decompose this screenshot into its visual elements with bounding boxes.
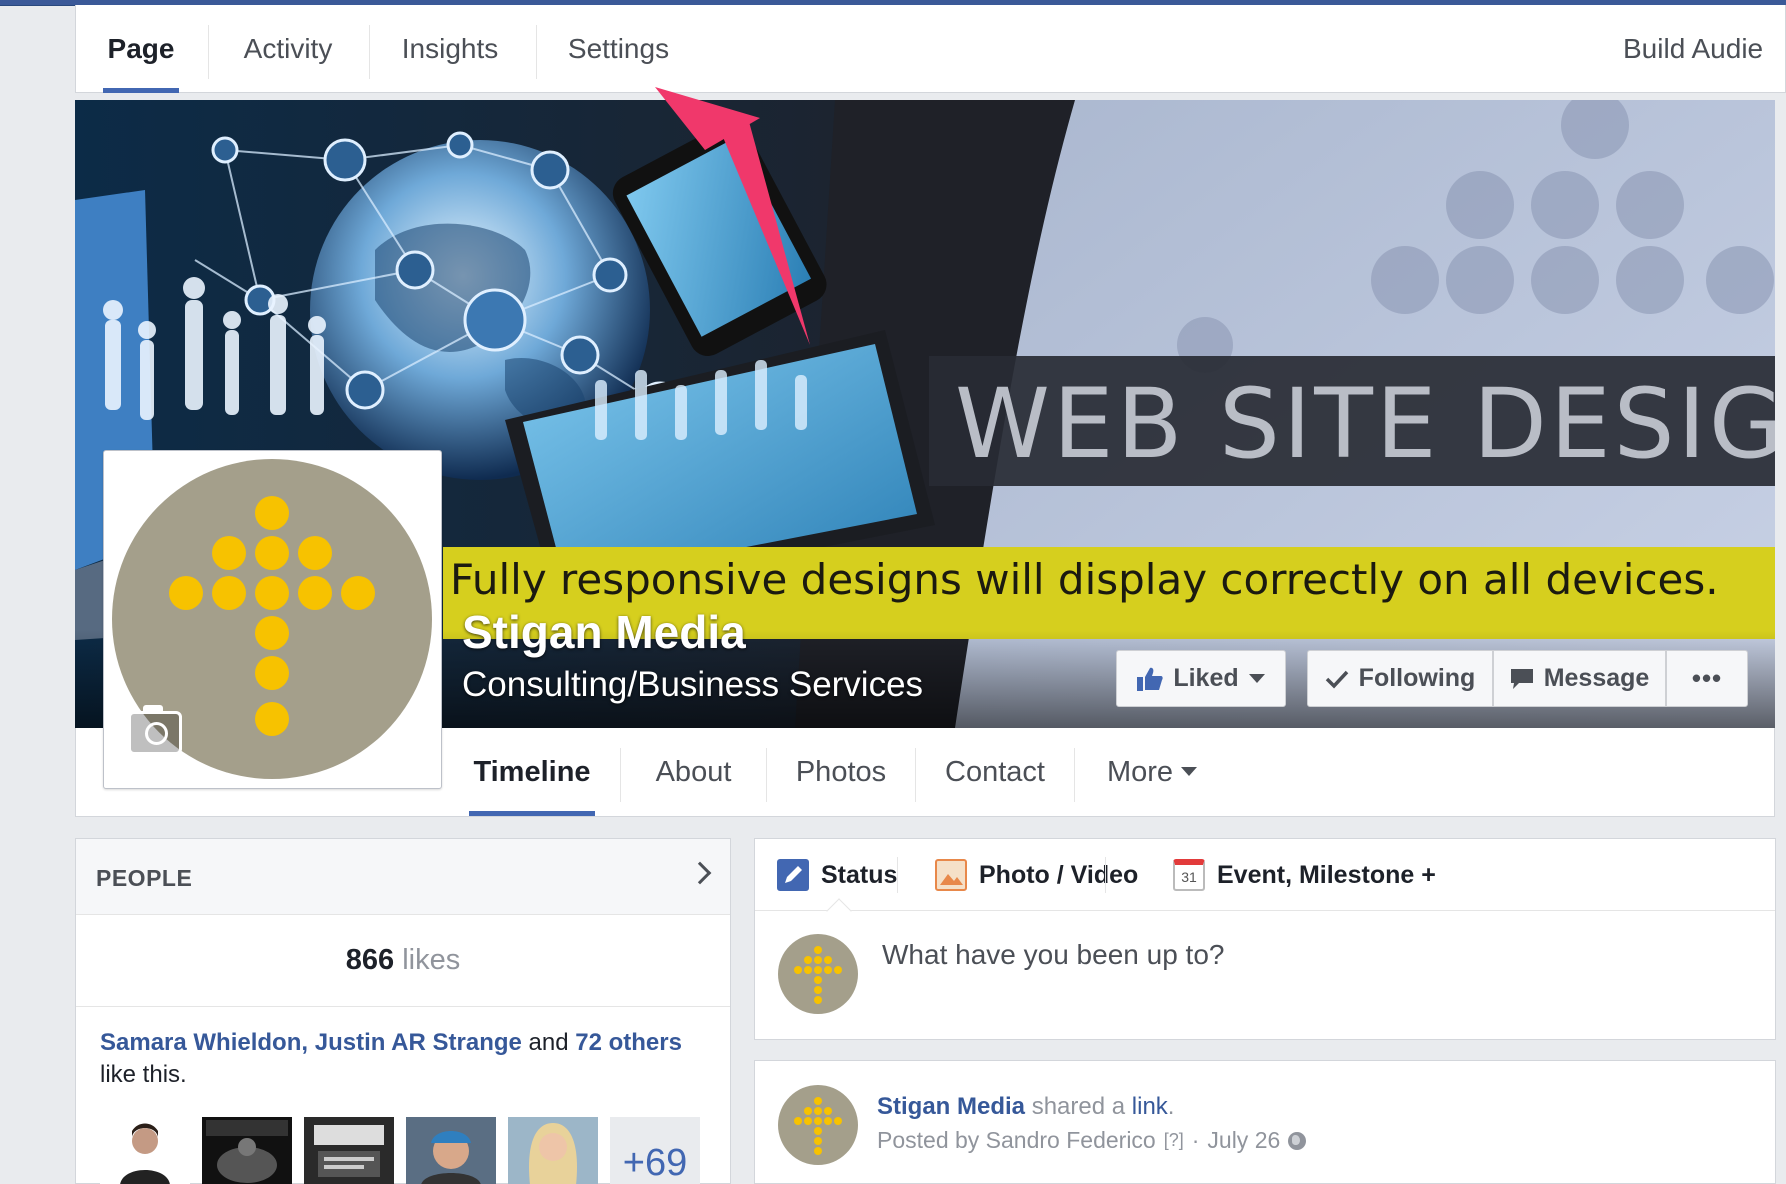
friend-avatar[interactable]	[100, 1117, 190, 1184]
thumbs-up-icon	[1137, 667, 1164, 691]
tab-about[interactable]: About	[621, 728, 766, 816]
caret-down-icon	[1248, 673, 1265, 683]
post-link[interactable]: link	[1132, 1093, 1168, 1120]
friend-link[interactable]: Justin AR Strange	[315, 1029, 522, 1056]
post-composer: Status Photo / Video 31 Event, Milestone…	[754, 838, 1776, 1040]
people-panel: PEOPLE 866 likes Samara Whieldon, Justin…	[75, 838, 731, 1184]
like-this-text: like this.	[100, 1061, 187, 1088]
tab-settings[interactable]: Settings	[536, 5, 701, 93]
liked-label: Liked	[1173, 664, 1239, 692]
post-date[interactable]: July 26	[1207, 1127, 1280, 1154]
camera-icon[interactable]	[128, 705, 182, 755]
tab-timeline[interactable]: Timeline	[469, 728, 595, 816]
status-label: Status	[821, 860, 898, 889]
people-header[interactable]: PEOPLE	[76, 839, 730, 915]
friends-like-text: Samara Whieldon, Justin AR Strange and 7…	[100, 1029, 682, 1088]
composer-photo-tab[interactable]: Photo / Video	[935, 857, 1138, 893]
message-icon	[1510, 668, 1533, 689]
post-avatar[interactable]	[778, 1085, 858, 1170]
likes-word: likes	[402, 944, 461, 976]
composer-tabs: Status Photo / Video 31 Event, Milestone…	[755, 839, 1775, 924]
pencil-icon	[777, 859, 809, 891]
photo-icon	[935, 859, 967, 891]
friend-avatar[interactable]	[406, 1117, 496, 1184]
checkmark-icon	[1325, 670, 1348, 689]
tab-more-label: More	[1106, 755, 1174, 788]
page-title[interactable]: Stigan Media	[462, 605, 746, 659]
tab-more[interactable]: More	[1075, 728, 1229, 816]
friend-link[interactable]: Samara Whieldon	[100, 1029, 301, 1056]
message-button[interactable]: Message	[1493, 650, 1666, 707]
shared-text: shared a	[1031, 1093, 1126, 1120]
tab-activity[interactable]: Activity	[208, 5, 368, 93]
cover-tagline: Fully responsive designs will display co…	[450, 555, 1719, 604]
feed-post: Stigan Media shared a link. Posted by Sa…	[754, 1060, 1776, 1184]
posted-by-text: Posted by Sandro Federico	[877, 1127, 1156, 1153]
composer-status-tab[interactable]: Status	[777, 857, 897, 893]
build-audience-button[interactable]: Build Audie	[1623, 5, 1785, 93]
likes-count-row: 866 likes	[76, 915, 730, 1007]
page-category[interactable]: Consulting/Business Services	[462, 665, 923, 705]
following-label: Following	[1358, 664, 1476, 692]
friend-avatar[interactable]	[202, 1117, 292, 1184]
more-friends-count[interactable]: +69	[610, 1117, 700, 1184]
friend-avatar[interactable]	[304, 1117, 394, 1184]
chevron-right-icon[interactable]	[688, 861, 712, 885]
admin-tab-bar: Page Activity Insights Settings Build Au…	[75, 5, 1786, 93]
liked-button[interactable]: Liked	[1116, 650, 1286, 707]
composer-event-tab[interactable]: 31 Event, Milestone +	[1173, 857, 1436, 893]
tab-insights-label: Insights	[401, 33, 499, 64]
composer-avatar	[778, 934, 858, 1019]
tab-contact[interactable]: Contact	[916, 728, 1074, 816]
more-dots-icon: •••	[1691, 663, 1723, 693]
friend-avatar[interactable]	[508, 1117, 598, 1184]
message-label: Message	[1543, 664, 1650, 692]
caret-down-icon	[1181, 767, 1198, 776]
post-meta: Posted by Sandro Federico [?] · July 26	[877, 1127, 1307, 1154]
cover-headline: WEB SITE DESIGN	[955, 368, 1775, 480]
composer-divider	[1105, 857, 1106, 893]
profile-picture[interactable]	[103, 450, 442, 789]
event-label: Event, Milestone +	[1217, 860, 1436, 889]
globe-icon[interactable]	[1288, 1131, 1307, 1150]
tab-page[interactable]: Page	[76, 5, 206, 93]
tab-timeline-label: Timeline	[473, 755, 591, 788]
calendar-icon: 31	[1173, 859, 1205, 891]
and-text: and	[528, 1029, 569, 1056]
more-options-button[interactable]: •••	[1666, 650, 1748, 707]
tab-activity-label: Activity	[243, 33, 333, 64]
photo-video-label: Photo / Video	[979, 860, 1139, 889]
tab-photos-label: Photos	[795, 755, 887, 788]
tab-page-label: Page	[107, 33, 175, 64]
tab-contact-label: Contact	[945, 755, 1045, 788]
tab-about-label: About	[655, 755, 732, 788]
post-header: Stigan Media shared a link.	[877, 1093, 1175, 1120]
tab-photos[interactable]: Photos	[767, 728, 915, 816]
tab-insights[interactable]: Insights	[369, 5, 531, 93]
tab-pointer	[826, 898, 852, 924]
likes-count: 866	[345, 944, 395, 976]
help-link[interactable]: [?]	[1164, 1130, 1184, 1151]
tab-settings-label: Settings	[567, 33, 670, 64]
composer-input[interactable]: What have you been up to?	[882, 939, 1224, 971]
others-link[interactable]: 72 others	[575, 1029, 682, 1056]
post-author-link[interactable]: Stigan Media	[877, 1093, 1025, 1120]
following-button[interactable]: Following	[1307, 650, 1493, 707]
friend-thumbnails: +69	[100, 1117, 700, 1184]
people-title: PEOPLE	[96, 865, 193, 891]
composer-divider	[897, 857, 898, 893]
